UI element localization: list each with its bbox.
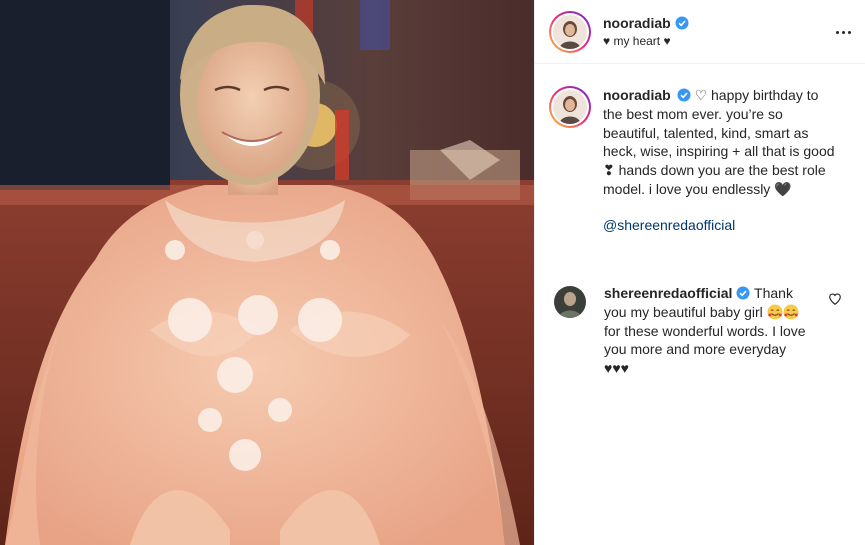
post-caption: nooradiab ♡ happy birthday to the best m…: [535, 64, 865, 235]
smiling-face-with-hearts-icon: [783, 304, 799, 320]
instagram-post: nooradiab ♥ my heart ♥ nooradiab ♡ happy…: [0, 0, 865, 545]
comment-text-end: for these wonderful words. I love you mo…: [604, 322, 806, 377]
author-avatar[interactable]: [549, 10, 591, 53]
caption-text: ♡ happy birthday to the best mom ever. y…: [603, 87, 835, 197]
commenter-username[interactable]: shereenredaofficial: [604, 285, 732, 301]
commenter-avatar[interactable]: [554, 286, 586, 318]
verified-badge-icon: [677, 88, 691, 102]
author-username[interactable]: nooradiab: [603, 15, 671, 31]
author-subline[interactable]: ♥ my heart ♥: [603, 32, 689, 50]
post-sidebar: nooradiab ♥ my heart ♥ nooradiab ♡ happy…: [534, 0, 865, 545]
more-horizontal-icon: [835, 30, 839, 34]
post-header: nooradiab ♥ my heart ♥: [535, 0, 865, 64]
photo-woman-in-peach-dress: [0, 0, 534, 545]
post-photo[interactable]: [0, 0, 534, 545]
caption-mention-link[interactable]: @shereenredaofficial: [603, 216, 839, 235]
smiling-face-with-hearts-icon: [767, 304, 783, 320]
caption-username[interactable]: nooradiab: [603, 87, 671, 103]
comment-item: shereenredaofficial Thank you my beautif…: [535, 284, 865, 378]
caption-avatar-image: [553, 90, 587, 124]
author-avatar-image: [553, 14, 587, 49]
verified-badge-icon: [675, 16, 689, 29]
verified-badge-icon: [736, 286, 750, 300]
like-comment-heart-icon[interactable]: [828, 292, 842, 306]
more-options-button[interactable]: [833, 22, 853, 42]
caption-author-avatar[interactable]: [549, 86, 591, 128]
